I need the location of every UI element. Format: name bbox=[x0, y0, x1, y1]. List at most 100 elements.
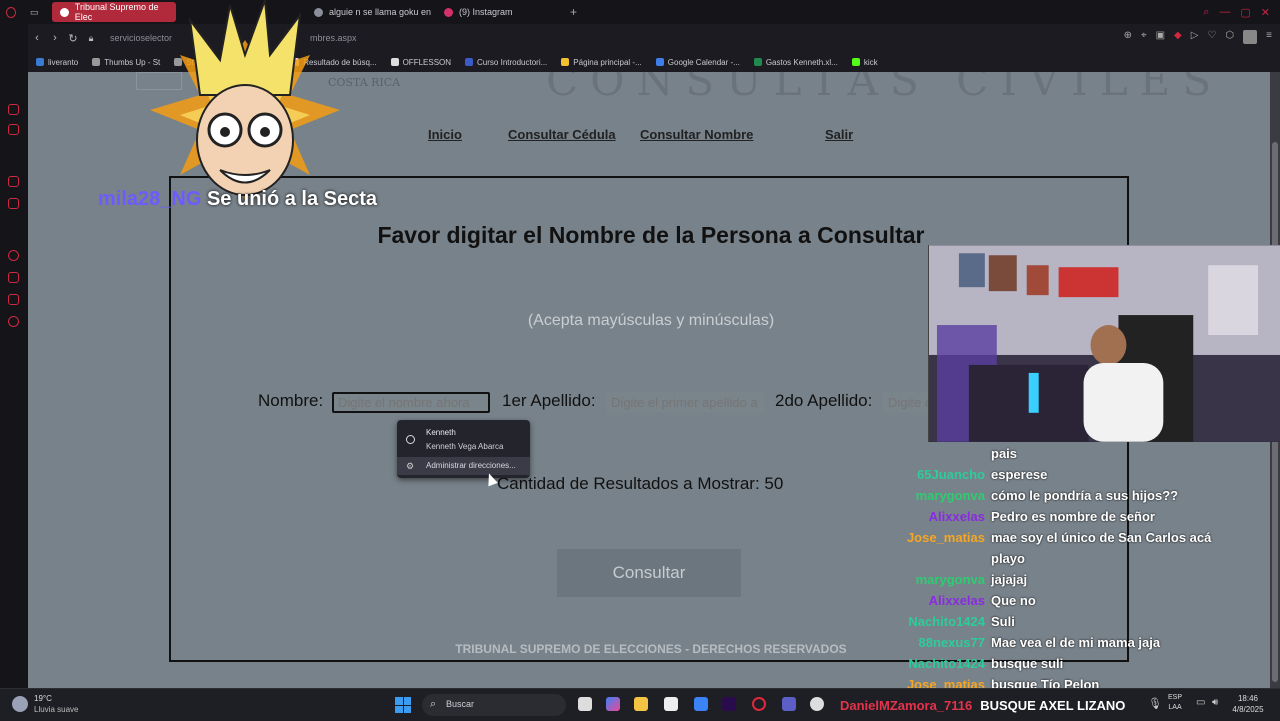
tab-favicon-icon bbox=[60, 7, 69, 17]
close-icon[interactable]: ✕ bbox=[1261, 6, 1270, 19]
zoom-icon[interactable]: ⊕ bbox=[1124, 30, 1132, 44]
taskbar-search[interactable]: ⌕ Buscar bbox=[422, 694, 566, 716]
shield-icon[interactable]: ◆ bbox=[1174, 30, 1182, 44]
network-icon[interactable]: ▭ bbox=[1196, 697, 1205, 708]
chat-username: DanielMZamora_7116 bbox=[840, 697, 973, 713]
bookmark-favicon-icon bbox=[465, 58, 474, 66]
chat-username[interactable]: Alixxelas bbox=[929, 590, 985, 611]
chrome-icon[interactable] bbox=[810, 697, 824, 711]
task-view-icon[interactable] bbox=[578, 697, 592, 711]
twitch-icon[interactable] bbox=[8, 176, 19, 187]
bookmark-label: Curso Introductori... bbox=[477, 57, 548, 67]
browser-sidebar bbox=[0, 6, 28, 688]
nav-consultar-nombre[interactable]: Consultar Nombre bbox=[640, 127, 753, 142]
apellido1-input[interactable] bbox=[606, 392, 764, 413]
maximize-icon[interactable]: ▢ bbox=[1240, 6, 1250, 19]
highlighted-chat-message: DanielMZamora_7116 BUSQUE AXEL LIZANO bbox=[840, 689, 1125, 721]
workspaces-icon[interactable]: ▭ bbox=[30, 2, 46, 22]
follow-message: Se unió a la Secta bbox=[206, 188, 378, 210]
menu-icon[interactable]: ≡ bbox=[1266, 30, 1272, 44]
chat-username[interactable]: Jose_matias bbox=[907, 527, 985, 548]
chat-message: Que no bbox=[991, 593, 1036, 608]
bookmark-item[interactable]: OFFLESSON bbox=[390, 58, 451, 67]
opera-menu-icon[interactable] bbox=[6, 2, 22, 22]
pinboard-icon[interactable] bbox=[8, 294, 19, 305]
chat-username[interactable]: marygonva bbox=[916, 569, 985, 590]
teams-icon[interactable] bbox=[782, 697, 796, 711]
cartoon-avatar-overlay bbox=[150, 0, 340, 200]
bookmark-item[interactable]: Página principal -... bbox=[561, 58, 642, 67]
autofill-suggestion[interactable]: Kenneth Kenneth Vega Abarca bbox=[397, 424, 530, 452]
windows-start-icon[interactable] bbox=[395, 697, 411, 713]
play-icon[interactable]: ▷ bbox=[1191, 30, 1199, 44]
weather-desc[interactable]: Lluvia suave bbox=[34, 705, 78, 714]
bookmark-item[interactable]: liveranto bbox=[36, 58, 78, 67]
search-tabs-icon[interactable]: ⌕ bbox=[1203, 6, 1209, 19]
snapshot-icon[interactable]: ▣ bbox=[1156, 30, 1165, 44]
volume-icon[interactable]: 🔊︎ bbox=[1212, 697, 1218, 708]
copilot-icon[interactable] bbox=[606, 697, 620, 711]
forward-icon[interactable]: › bbox=[46, 32, 64, 44]
profile-avatar[interactable] bbox=[1243, 30, 1258, 44]
bookmark-item[interactable]: Gastos Kenneth.xl... bbox=[753, 58, 838, 67]
chat-message: Pedro es nombre de señor bbox=[991, 509, 1155, 524]
bookmark-label: kick bbox=[863, 57, 878, 67]
todo-icon[interactable] bbox=[694, 697, 708, 711]
bookmark-item[interactable]: Google Calendar -... bbox=[655, 57, 740, 67]
file-explorer-icon[interactable] bbox=[634, 697, 648, 711]
back-icon[interactable]: ‹ bbox=[28, 32, 46, 44]
nav-consultar-cedula[interactable]: Consultar Cédula bbox=[508, 127, 616, 142]
reload-icon[interactable]: ↻ bbox=[64, 32, 82, 45]
bookmark-favicon-icon bbox=[390, 58, 399, 66]
weather-icon[interactable] bbox=[12, 696, 28, 712]
minimize-icon[interactable]: — bbox=[1219, 6, 1230, 18]
apellido1-label: 1er Apellido: bbox=[502, 391, 596, 410]
extensions-icon[interactable]: ⬡ bbox=[1225, 30, 1234, 44]
tab-instagram[interactable]: (9) Instagram bbox=[436, 2, 560, 22]
history-icon[interactable] bbox=[8, 250, 19, 261]
bookmark-item[interactable]: Curso Introductori... bbox=[465, 58, 547, 67]
rgb-light bbox=[1028, 372, 1039, 413]
instagram-icon bbox=[444, 7, 453, 17]
chat-username[interactable]: marygonva bbox=[916, 485, 985, 506]
wall-poster bbox=[988, 255, 1017, 292]
streamer-shirt bbox=[1083, 362, 1164, 442]
aria-icon[interactable] bbox=[8, 104, 19, 115]
chat-username[interactable]: 65Juancho bbox=[917, 464, 985, 485]
mic-icon[interactable]: 🎙︎ bbox=[1148, 697, 1162, 710]
extensions-icon[interactable] bbox=[8, 124, 19, 135]
nav-salir[interactable]: Salir bbox=[825, 127, 853, 142]
pin-icon[interactable]: ⌖ bbox=[1141, 30, 1147, 44]
webcam-feed bbox=[928, 245, 1280, 442]
address-tools: ⊕ ⌖ ▣ ◆ ▷ ♡ ⬡ ≡ bbox=[1124, 30, 1272, 44]
autofill-popup: Kenneth Kenneth Vega Abarca ⚙ Administra… bbox=[397, 420, 530, 478]
settings-icon[interactable] bbox=[8, 316, 19, 327]
manage-addresses-item[interactable]: ⚙ Administrar direcciones... bbox=[397, 457, 530, 475]
notion-icon[interactable] bbox=[664, 697, 678, 711]
chat-message: esperese bbox=[991, 467, 1048, 482]
bookmark-label: Google Calendar -... bbox=[667, 57, 740, 67]
search-label: Buscar bbox=[446, 699, 475, 709]
premiere-icon[interactable] bbox=[722, 697, 736, 711]
chat-message: jajajaj bbox=[991, 572, 1028, 587]
chat-username[interactable]: Alixxelas bbox=[929, 506, 985, 527]
consultar-button[interactable]: Consultar bbox=[557, 549, 741, 597]
nav-inicio[interactable]: Inicio bbox=[428, 127, 462, 142]
chat-username[interactable]: 88nexus77 bbox=[919, 632, 986, 653]
downloads-icon[interactable] bbox=[8, 272, 19, 283]
heart-icon[interactable]: ♡ bbox=[1207, 30, 1216, 44]
chat-username[interactable]: Nachito1424 bbox=[908, 611, 985, 632]
telegram-icon[interactable] bbox=[8, 198, 19, 209]
language-indicator[interactable]: ESP LAA bbox=[1168, 693, 1182, 713]
nombre-input[interactable] bbox=[332, 392, 490, 413]
follow-username: mila28_NG bbox=[98, 188, 202, 210]
clock-date[interactable]: 4/8/2025 bbox=[1228, 705, 1268, 714]
new-tab-button[interactable]: + bbox=[562, 2, 582, 22]
chat-username[interactable]: Nachito1424 bbox=[908, 653, 985, 674]
weather-temp[interactable]: 19°C bbox=[34, 694, 52, 703]
bookmark-favicon-icon bbox=[655, 58, 664, 66]
bookmark-item[interactable]: kick bbox=[851, 57, 878, 67]
clock-time[interactable]: 18:46 bbox=[1228, 694, 1268, 703]
opera-icon[interactable] bbox=[752, 697, 766, 711]
streamer-head bbox=[1090, 325, 1127, 365]
